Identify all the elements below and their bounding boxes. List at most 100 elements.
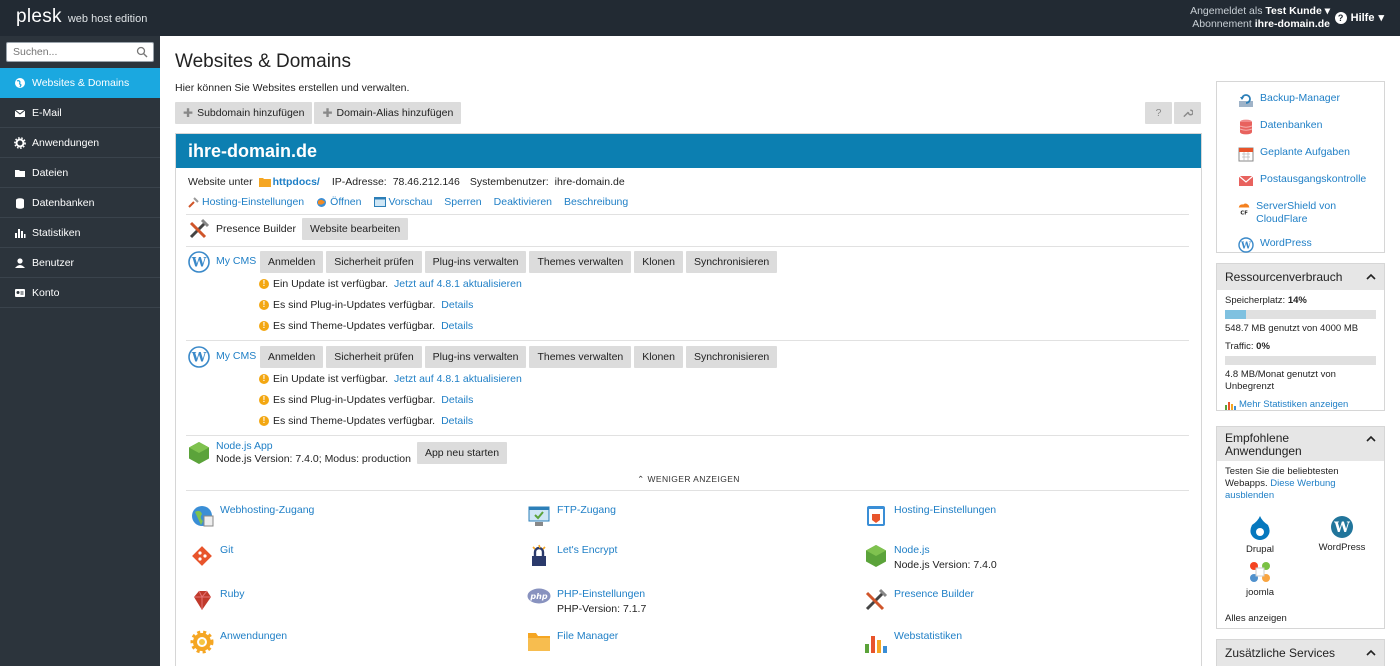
description-link[interactable]: Beschreibung: [564, 196, 628, 208]
tile-label: FTP-Zugang: [557, 504, 616, 516]
subscription-menu[interactable]: ihre-domain.de: [1255, 18, 1330, 30]
manage-plugins-button[interactable]: Plug-ins verwalten: [424, 346, 527, 368]
app-wordpress[interactable]: W WordPress: [1317, 515, 1367, 553]
security-check-button[interactable]: Sicherheit prüfen: [326, 251, 422, 273]
clone-button[interactable]: Klonen: [634, 346, 683, 368]
user-info: Angemeldet als Test Kunde ▾ Abonnement i…: [1190, 5, 1330, 31]
sidebar-item-statistics[interactable]: Statistiken: [0, 218, 160, 248]
tile-label: Webstatistiken: [894, 630, 963, 642]
tile-nodejs[interactable]: Node.js Node.js Version: 7.4.0: [864, 544, 997, 571]
sidebar-item-email[interactable]: E-Mail: [0, 98, 160, 128]
cms-name-link[interactable]: My CMS: [216, 255, 256, 267]
plesk-logo[interactable]: plesk web host edition: [16, 6, 147, 28]
restart-app-button[interactable]: App neu starten: [416, 442, 508, 464]
login-button[interactable]: Anmelden: [260, 251, 324, 273]
account-icon: [15, 288, 25, 297]
sidebar-item-databases[interactable]: Datenbanken: [0, 188, 160, 218]
tile-label: Webhosting-Zugang: [220, 504, 315, 516]
details-link[interactable]: Details: [441, 394, 473, 406]
app-joomla[interactable]: joomla: [1235, 560, 1285, 598]
link-label: Öffnen: [330, 196, 362, 208]
help-menu[interactable]: ? Hilfe ▾: [1334, 11, 1384, 24]
preview-link[interactable]: Vorschau: [373, 196, 432, 208]
backup-manager-link[interactable]: Backup-Manager: [1238, 92, 1384, 108]
tile-presence-builder[interactable]: Presence Builder: [864, 588, 974, 612]
nodejs-row: Node.js App Node.js Version: 7.4.0; Modu…: [188, 440, 508, 466]
security-check-button[interactable]: Sicherheit prüfen: [326, 346, 422, 368]
tile-web-statistics[interactable]: Webstatistiken: [864, 630, 962, 654]
sidebar-item-account[interactable]: Konto: [0, 278, 160, 308]
edition-text: web host edition: [67, 13, 148, 25]
sidebar-item-files[interactable]: Dateien: [0, 158, 160, 188]
servershield-link[interactable]: CF ServerShield von CloudFlare: [1238, 200, 1358, 226]
open-link[interactable]: Öffnen: [316, 196, 362, 208]
tile-git[interactable]: Git: [190, 544, 233, 568]
show-all-link[interactable]: Alles anzeigen: [1225, 613, 1287, 625]
tile-webhosting-access[interactable]: Webhosting-Zugang: [190, 504, 314, 528]
hosting-settings-link[interactable]: Hosting-Einstellungen: [188, 196, 304, 208]
manage-plugins-button[interactable]: Plug-ins verwalten: [424, 251, 527, 273]
recommended-apps-header[interactable]: Empfohlene Anwendungen: [1217, 427, 1384, 461]
suspend-link[interactable]: Sperren: [444, 196, 481, 208]
sync-button[interactable]: Synchronisieren: [685, 251, 778, 273]
manage-themes-button[interactable]: Themes verwalten: [529, 251, 632, 273]
drupal-icon: [1250, 516, 1270, 540]
disable-link[interactable]: Deaktivieren: [494, 196, 552, 208]
tile-label: Git: [220, 544, 234, 556]
scheduled-tasks-link[interactable]: Geplante Aufgaben: [1238, 146, 1384, 162]
theme-notice: ! Es sind Theme-Updates verfügbar. Detail…: [259, 320, 473, 332]
nodejs-info: Node.js Version: 7.4.0; Modus: productio…: [216, 453, 411, 465]
wordpress-link[interactable]: W WordPress: [1238, 237, 1384, 253]
app-drupal[interactable]: Drupal: [1235, 515, 1285, 555]
databases-link[interactable]: Datenbanken: [1238, 119, 1384, 135]
more-stats-link[interactable]: Mehr Statistiken anzeigen: [1225, 399, 1376, 411]
sync-button[interactable]: Synchronisieren: [685, 346, 778, 368]
update-link[interactable]: Jetzt auf 4.8.1 aktualisieren: [394, 278, 522, 290]
sidebar-item-websites-domains[interactable]: Websites & Domains: [0, 68, 160, 98]
edit-website-button[interactable]: Website bearbeiten: [301, 218, 409, 240]
settings-button[interactable]: [1174, 102, 1201, 124]
tile-ruby[interactable]: Ruby: [190, 588, 245, 612]
help-button[interactable]: ?: [1145, 102, 1172, 124]
hosting-settings-icon: [188, 196, 199, 208]
sidebar-item-applications[interactable]: Anwendungen: [0, 128, 160, 158]
cms-name-link[interactable]: My CMS: [216, 350, 256, 362]
clone-button[interactable]: Klonen: [634, 251, 683, 273]
update-link[interactable]: Jetzt auf 4.8.1 aktualisieren: [394, 373, 522, 385]
resource-usage-header[interactable]: Ressourcenverbrauch: [1217, 264, 1384, 290]
toolbar: ✚ Subdomain hinzufügen ✚ Domain-Alias hinz…: [175, 102, 462, 124]
tile-hosting-settings[interactable]: Hosting-Einstellungen: [864, 504, 996, 528]
tile-lets-encrypt[interactable]: Let's Encrypt: [527, 544, 617, 568]
search-input[interactable]: [7, 43, 127, 61]
top-bar: plesk web host edition Angemeldet als Te…: [0, 0, 1400, 36]
git-icon: [192, 546, 212, 566]
warning-icon: !: [259, 395, 269, 405]
svg-text:W: W: [1240, 242, 1252, 252]
domain-actions: Hosting-Einstellungen Öffnen Vorschau Sp…: [188, 196, 628, 208]
search-icon[interactable]: [136, 46, 148, 58]
tile-file-manager[interactable]: File Manager: [527, 630, 618, 652]
nodejs-app-link[interactable]: Node.js App: [216, 440, 411, 453]
show-less-toggle[interactable]: ⌃ WENIGER ANZEIGEN: [176, 474, 1201, 485]
user-menu[interactable]: Test Kunde: [1265, 5, 1321, 17]
cms-button-group: Anmelden Sicherheit prüfen Plug-ins verw…: [260, 346, 778, 368]
add-subdomain-button[interactable]: ✚ Subdomain hinzufügen: [175, 102, 313, 124]
link-label: Backup-Manager: [1260, 92, 1340, 104]
tile-label: Presence Builder: [894, 588, 974, 600]
add-domain-alias-button[interactable]: ✚ Domain-Alias hinzufügen: [314, 102, 462, 124]
database-icon: [16, 197, 24, 209]
docroot-link[interactable]: httpdocs/: [273, 176, 320, 188]
details-link[interactable]: Details: [441, 299, 473, 311]
manage-themes-button[interactable]: Themes verwalten: [529, 346, 632, 368]
login-button[interactable]: Anmelden: [260, 346, 324, 368]
traffic-usage-bar: [1225, 356, 1376, 365]
outgoing-mail-control-link[interactable]: Postausgangskontrolle: [1238, 173, 1384, 189]
tile-ftp-access[interactable]: FTP-Zugang: [527, 504, 616, 528]
sidebar-item-users[interactable]: Benutzer: [0, 248, 160, 278]
details-link[interactable]: Details: [441, 320, 473, 332]
details-link[interactable]: Details: [441, 415, 473, 427]
additional-services-header[interactable]: Zusätzliche Services: [1217, 640, 1384, 666]
tile-php-settings[interactable]: php PHP-Einstellungen PHP-Version: 7.1.7: [527, 588, 646, 615]
tile-applications[interactable]: Anwendungen: [190, 630, 287, 654]
domain-name[interactable]: ihre-domain.de: [176, 134, 1201, 168]
